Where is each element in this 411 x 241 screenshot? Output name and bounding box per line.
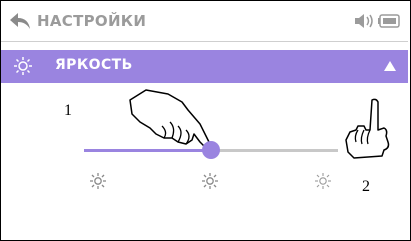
callout-label-1: 1 <box>64 102 72 119</box>
header-divider <box>1 41 408 42</box>
callout-label-2: 2 <box>362 178 370 195</box>
up-arrow-icon[interactable] <box>383 60 397 72</box>
menu-item-label: ЯРКОСТЬ <box>55 57 133 73</box>
slider-fill <box>84 149 211 152</box>
hand-up-pointer-icon <box>345 98 390 159</box>
menu-item-brightness[interactable]: ЯРКОСТЬ <box>1 50 408 83</box>
sound-icon <box>355 14 373 28</box>
sun-icon <box>14 57 32 75</box>
battery-icon <box>378 14 400 28</box>
sun-icon <box>202 173 218 189</box>
slider-thumb[interactable] <box>202 141 220 159</box>
page-title: НАСТРОЙКИ <box>37 12 147 30</box>
header-bar: НАСТРОЙКИ <box>1 1 408 41</box>
back-arrow-icon[interactable] <box>9 11 31 31</box>
brightness-slider[interactable] <box>84 141 338 159</box>
sun-icon <box>315 173 331 189</box>
sun-icon <box>90 173 106 189</box>
